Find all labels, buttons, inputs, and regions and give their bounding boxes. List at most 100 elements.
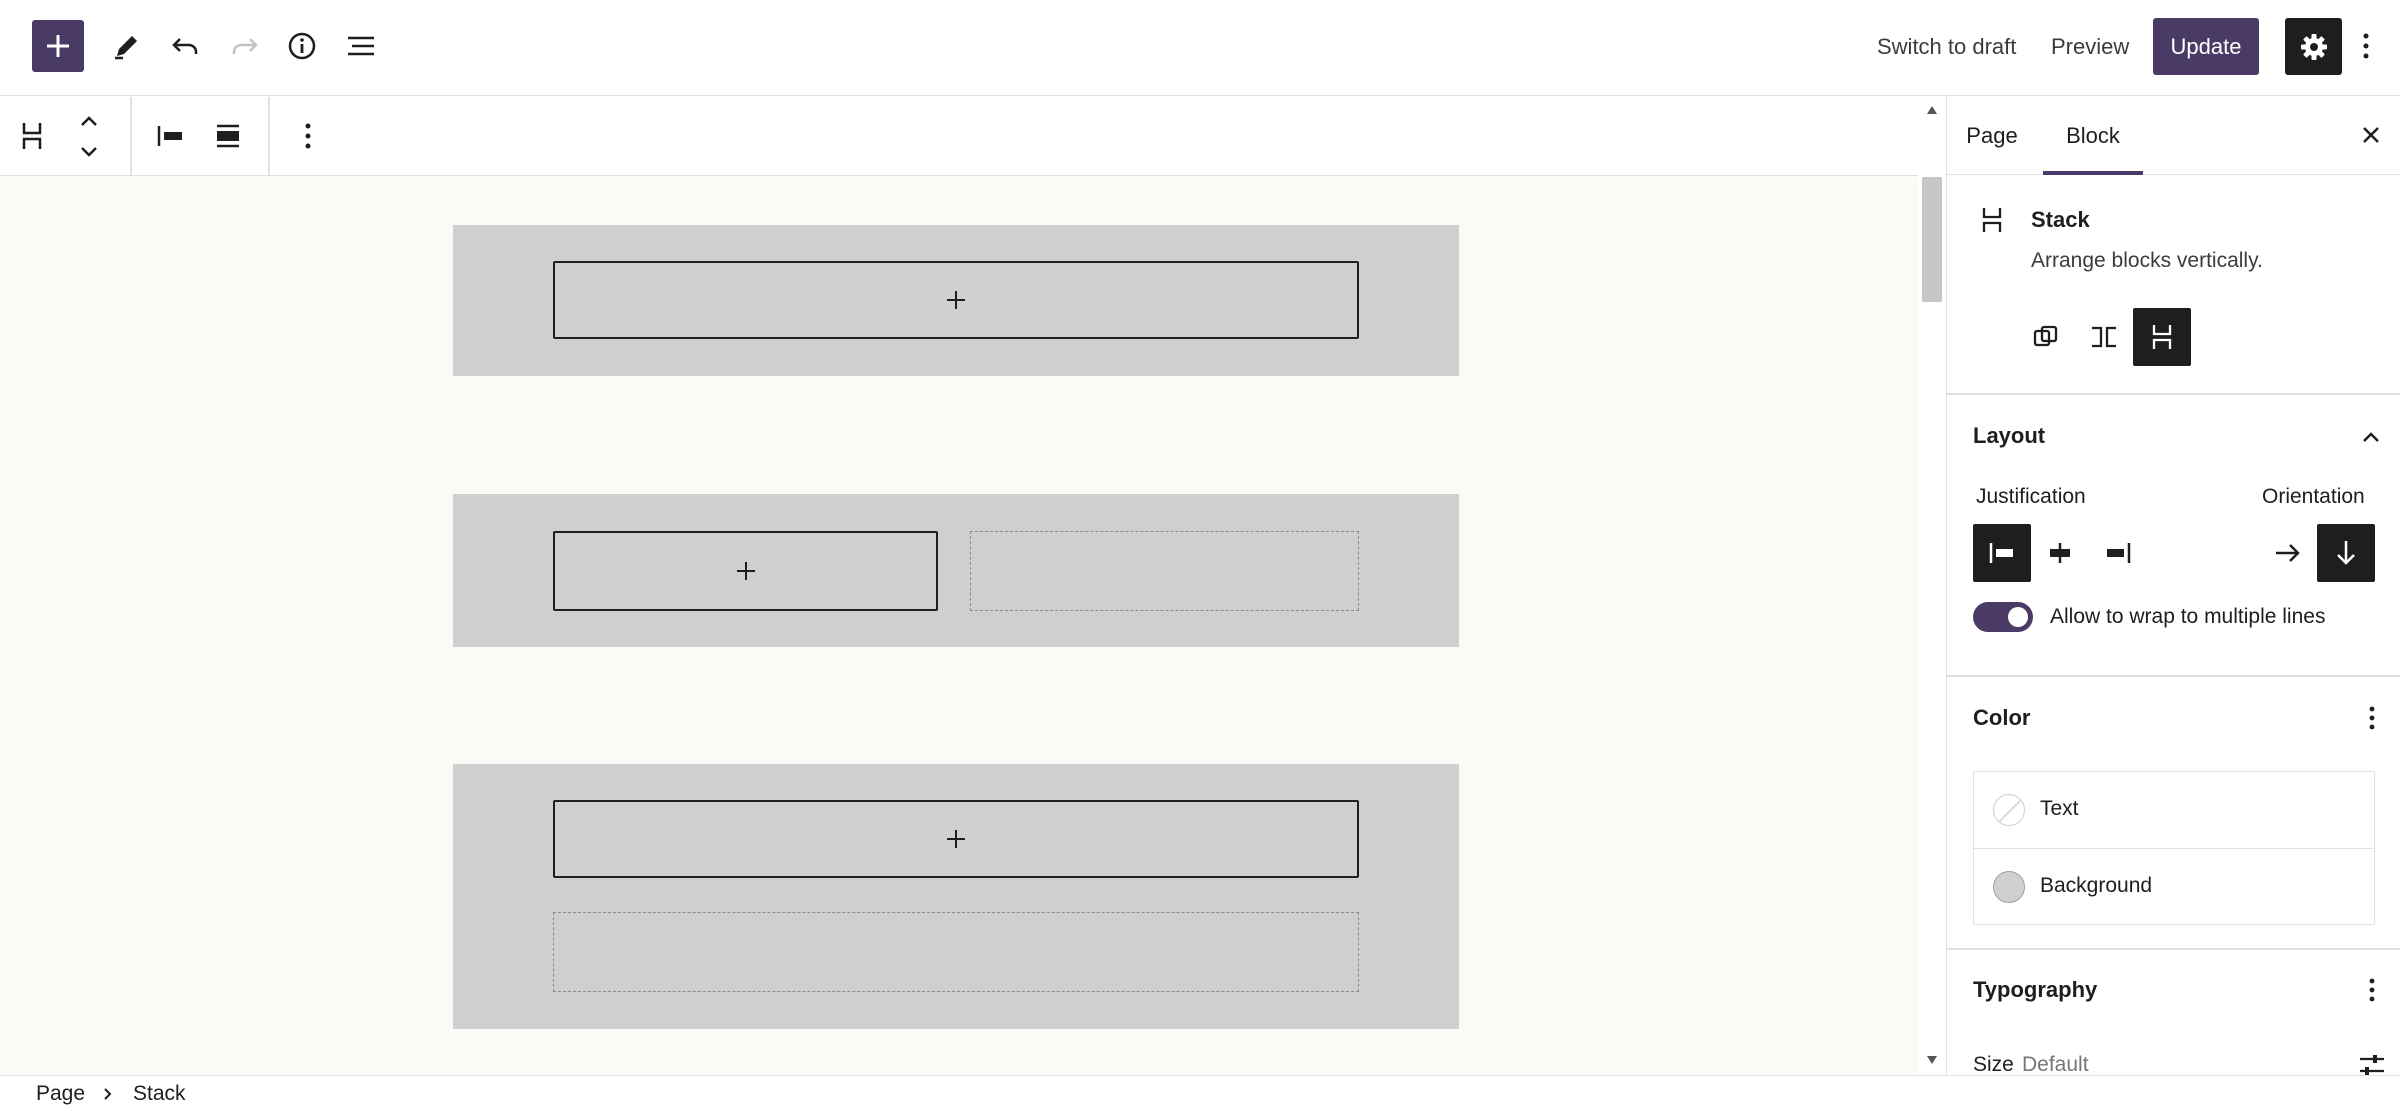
- color-panel-title: Color: [1973, 705, 2031, 730]
- move-up-button[interactable]: [64, 105, 114, 136]
- color-options-button[interactable]: [2352, 698, 2392, 738]
- sidebar-tabs: Page Block: [1947, 97, 2400, 175]
- block-title: Stack: [2031, 207, 2090, 232]
- tab-block[interactable]: Block: [2043, 97, 2143, 175]
- editor-canvas[interactable]: [0, 177, 1918, 1075]
- justify-right-button[interactable]: [2089, 524, 2147, 582]
- block-appender-button[interactable]: [553, 800, 1359, 878]
- plus-icon: [736, 562, 755, 580]
- breadcrumb-stack[interactable]: Stack: [133, 1082, 186, 1106]
- panel-divider: [1947, 675, 2400, 677]
- stack-block[interactable]: [453, 764, 1459, 1029]
- panel-divider: [1947, 948, 2400, 950]
- variation-stack-button[interactable]: [2133, 308, 2191, 366]
- text-color-label: Text: [2040, 797, 2079, 820]
- custom-size-button[interactable]: [2352, 1045, 2392, 1075]
- row-block[interactable]: [453, 494, 1459, 647]
- breadcrumb-page[interactable]: Page: [36, 1082, 85, 1106]
- font-size-label: Size: [1973, 1053, 2014, 1075]
- settings-sliders-icon: [2360, 1055, 2384, 1075]
- block-type-button[interactable]: [4, 105, 60, 167]
- stack-icon: [1982, 208, 2002, 232]
- settings-sidebar: Page Block Stack Arrange blocks vertical…: [1946, 97, 2400, 1075]
- close-sidebar-button[interactable]: [2347, 111, 2395, 159]
- align-icon: [217, 124, 239, 148]
- block-options-button[interactable]: [280, 105, 336, 167]
- scroll-down-arrow-icon: [1927, 1056, 1937, 1064]
- move-down-icon: [81, 146, 97, 157]
- block-appender-button[interactable]: [553, 531, 938, 611]
- layout-panel-toggle[interactable]: [2347, 413, 2395, 461]
- plus-icon: [47, 35, 69, 57]
- stack-block[interactable]: [453, 225, 1459, 376]
- editor-header: Switch to draft Preview Update: [0, 0, 2400, 96]
- tab-page[interactable]: Page: [1951, 97, 2033, 175]
- variation-row-button[interactable]: [2075, 308, 2133, 366]
- preview-button[interactable]: Preview: [2051, 18, 2129, 76]
- details-button[interactable]: [274, 18, 330, 74]
- justification-label: Justification: [1976, 485, 2086, 508]
- move-down-button[interactable]: [64, 136, 114, 167]
- wrap-toggle[interactable]: [1973, 602, 2033, 632]
- justify-left-icon: [1989, 543, 2013, 563]
- row-icon: [2092, 326, 2116, 348]
- justify-right-icon: [2107, 543, 2131, 563]
- block-inserter-button[interactable]: [32, 20, 84, 72]
- text-color-item[interactable]: Text: [1974, 772, 2373, 847]
- block-description: Arrange blocks vertically.: [2031, 249, 2263, 272]
- panel-divider: [1947, 393, 2400, 395]
- move-up-icon: [81, 115, 97, 126]
- switch-to-draft-button[interactable]: Switch to draft: [1877, 18, 2016, 76]
- align-button[interactable]: [200, 105, 256, 167]
- more-vertical-icon: [2369, 978, 2375, 1002]
- background-color-item[interactable]: Background: [1974, 848, 2373, 923]
- settings-button[interactable]: [2285, 18, 2342, 75]
- typography-panel-title: Typography: [1973, 977, 2098, 1002]
- plus-icon: [947, 830, 965, 848]
- more-vertical-icon: [305, 123, 311, 149]
- color-settings: Text Background: [1973, 771, 2375, 925]
- list-view-icon: [348, 36, 374, 56]
- orientation-vertical-button[interactable]: [2317, 524, 2375, 582]
- block-breadcrumb: Page Stack: [0, 1075, 2400, 1111]
- group-icon: [2033, 325, 2058, 347]
- toggle-knob: [2008, 607, 2028, 627]
- more-vertical-icon: [2363, 33, 2369, 59]
- typography-options-button[interactable]: [2352, 970, 2392, 1010]
- gear-icon: [2300, 33, 2327, 60]
- wrap-label: Allow to wrap to multiple lines: [2050, 605, 2326, 628]
- chevron-up-icon: [2363, 432, 2379, 442]
- scrollbar-thumb[interactable]: [1922, 177, 1942, 302]
- undo-button[interactable]: [158, 18, 214, 74]
- tools-button[interactable]: [99, 18, 155, 74]
- canvas-scrollbar[interactable]: [1918, 97, 1946, 1075]
- orientation-label: Orientation: [2262, 485, 2365, 508]
- orientation-horizontal-button[interactable]: [2259, 524, 2317, 582]
- block-placeholder: [970, 531, 1359, 611]
- redo-button[interactable]: [216, 18, 272, 74]
- undo-icon: [172, 38, 198, 54]
- block-appender-button[interactable]: [553, 261, 1359, 339]
- justification-button[interactable]: [142, 105, 198, 167]
- layout-panel-title[interactable]: Layout: [1973, 423, 2045, 449]
- block-placeholder: [553, 912, 1359, 992]
- stack-icon: [2152, 325, 2172, 349]
- justify-center-button[interactable]: [2031, 524, 2089, 582]
- plus-icon: [947, 291, 965, 309]
- list-view-button[interactable]: [333, 18, 389, 74]
- variation-group-button[interactable]: [2017, 308, 2075, 366]
- text-color-swatch: [1993, 794, 2025, 826]
- block-toolbar: [0, 97, 1918, 176]
- update-button[interactable]: Update: [2153, 18, 2259, 75]
- scroll-up-arrow-icon: [1927, 106, 1937, 114]
- toolbar-separator: [130, 97, 132, 175]
- background-color-swatch: [1993, 871, 2025, 903]
- pencil-icon: [115, 36, 137, 60]
- redo-icon: [232, 38, 258, 54]
- chevron-right-icon: [104, 1088, 112, 1100]
- arrow-right-icon: [2276, 544, 2300, 562]
- stack-icon: [22, 123, 42, 149]
- justify-left-button[interactable]: [1973, 524, 2031, 582]
- options-menu-button[interactable]: [2346, 18, 2386, 74]
- info-icon: [288, 32, 316, 60]
